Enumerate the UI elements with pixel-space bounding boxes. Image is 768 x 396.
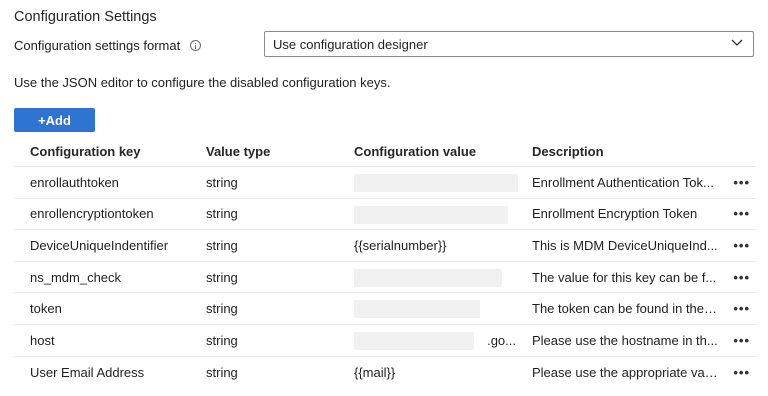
config-value: {{serialnumber}} <box>354 230 522 261</box>
column-header-description[interactable]: Description <box>532 136 722 166</box>
config-key: enrollauthtoken <box>30 174 119 190</box>
table-row[interactable]: enrollencryptiontoken string Enrollment … <box>14 199 756 231</box>
more-options-icon[interactable]: ••• <box>733 357 750 389</box>
format-select-value: Use configuration designer <box>273 36 428 52</box>
redacted-value <box>354 268 502 287</box>
table-row[interactable]: token string The token can be found in t… <box>14 293 756 325</box>
config-value <box>354 167 522 198</box>
table-header: Configuration key Value type Configurati… <box>14 136 756 167</box>
value-type: string <box>206 269 238 285</box>
description: Enrollment Authentication Tok... <box>532 174 714 190</box>
column-header-value[interactable]: Configuration value <box>354 136 522 166</box>
redacted-value <box>354 174 518 192</box>
value-type: string <box>206 174 238 190</box>
value-type: string <box>206 364 238 380</box>
more-options-icon[interactable]: ••• <box>733 167 750 198</box>
section-title: Configuration Settings <box>14 9 157 25</box>
table-row[interactable]: User Email Address string {{mail}} Pleas… <box>14 357 756 389</box>
config-key: ns_mdm_check <box>30 269 122 285</box>
more-options-icon[interactable]: ••• <box>733 262 750 293</box>
more-options-icon[interactable]: ••• <box>733 199 750 230</box>
config-value <box>354 293 522 324</box>
description: Please use the hostname in th... <box>532 332 718 348</box>
description: Please use the appropriate vari... <box>532 364 718 380</box>
description: The token can be found in the ... <box>532 301 718 317</box>
config-value <box>354 199 522 230</box>
config-key: host <box>30 332 55 348</box>
add-button[interactable]: +Add <box>14 108 95 132</box>
value-type: string <box>206 237 238 253</box>
config-key: token <box>30 301 62 317</box>
config-value-text: {{mail}} <box>354 364 396 380</box>
format-label-row: Configuration settings format <box>14 38 202 53</box>
description: The value for this key can be f... <box>532 269 717 285</box>
description: This is MDM DeviceUniqueInd... <box>532 237 718 253</box>
chevron-down-icon <box>731 39 743 46</box>
more-options-icon[interactable]: ••• <box>733 293 750 324</box>
more-options-icon[interactable]: ••• <box>733 325 750 356</box>
config-value <box>354 262 522 293</box>
config-key: DeviceUniqueIndentifier <box>30 237 169 253</box>
config-value: {{mail}} <box>354 357 522 389</box>
description: Enrollment Encryption Token <box>532 206 698 222</box>
help-text: Use the JSON editor to configure the dis… <box>14 75 391 90</box>
value-type: string <box>206 206 238 222</box>
format-select[interactable]: Use configuration designer <box>264 31 754 57</box>
value-type: string <box>206 301 238 317</box>
config-value: .go... <box>354 325 522 356</box>
table-row[interactable]: DeviceUniqueIndentifier string {{serialn… <box>14 230 756 262</box>
config-value-text: {{serialnumber}} <box>354 237 447 253</box>
more-options-icon[interactable]: ••• <box>733 230 750 261</box>
table-row[interactable]: ns_mdm_check string The value for this k… <box>14 262 756 294</box>
value-type: string <box>206 332 238 348</box>
column-header-type[interactable]: Value type <box>206 136 346 166</box>
table-row[interactable]: enrollauthtoken string Enrollment Authen… <box>14 167 756 199</box>
info-icon[interactable] <box>190 40 202 51</box>
redacted-value <box>354 205 508 224</box>
config-key: enrollencryptiontoken <box>30 206 154 222</box>
config-table: Configuration key Value type Configurati… <box>14 136 756 388</box>
redacted-value <box>354 300 480 319</box>
redacted-value <box>354 331 474 350</box>
format-label: Configuration settings format <box>14 38 181 53</box>
config-key: User Email Address <box>30 364 145 380</box>
column-header-key[interactable]: Configuration key <box>30 136 200 166</box>
table-row[interactable]: host string .go... Please use the hostna… <box>14 325 756 357</box>
config-value-text: .go... <box>487 332 516 348</box>
